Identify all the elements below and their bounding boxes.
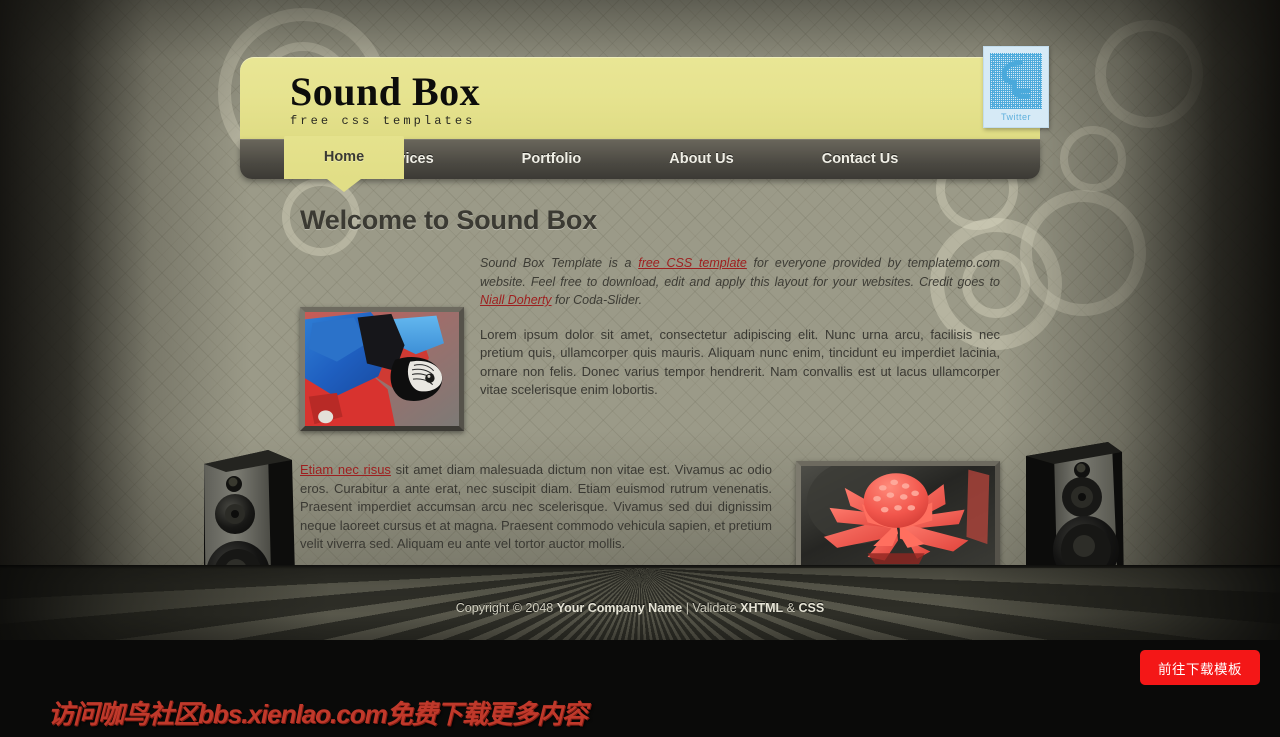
nav-item-home[interactable]: Home [284, 136, 404, 179]
footer-amp: & [783, 601, 799, 615]
footer-copyright: Copyright © 2048 Your Company Name | Val… [0, 601, 1280, 615]
etiam-nec-risus-link[interactable]: Etiam nec risus [300, 462, 391, 477]
paragraph-lorem: Lorem ipsum dolor sit amet, consectetur … [480, 326, 1000, 398]
intro-paragraph: Sound Box Template is a free CSS templat… [480, 254, 1000, 310]
content-row-top: Sound Box Template is a free CSS templat… [300, 254, 1000, 431]
active-tab-pointer [327, 179, 361, 192]
site-container: Sound Box free css templates Twitter Ser… [240, 46, 1049, 192]
free-css-template-link[interactable]: free CSS template [638, 256, 747, 270]
main-navigation: Services Portfolio About Us Contact Us H… [240, 136, 1040, 192]
brand[interactable]: Sound Box free css templates [290, 66, 480, 128]
paragraph-etiam: Etiam nec risus sit amet diam malesuada … [300, 461, 772, 554]
page-root: Sound Box free css templates Twitter Ser… [0, 0, 1280, 737]
intro-text-3: for Coda-Slider. [551, 293, 643, 307]
company-name: Your Company Name [556, 601, 683, 615]
nav-item-about-us[interactable]: About Us [649, 139, 753, 179]
footer-middle: | Validate [682, 601, 741, 615]
twitter-icon [990, 53, 1042, 109]
nav-item-portfolio[interactable]: Portfolio [502, 139, 602, 179]
xhtml-link[interactable]: XHTML [740, 601, 783, 615]
twitter-label: Twitter [1000, 112, 1031, 122]
intro-text-1: Sound Box Template is a [480, 256, 639, 270]
flower-image-frame [796, 461, 1000, 571]
nav-item-contact-us[interactable]: Contact Us [802, 139, 919, 179]
niall-doherty-link[interactable]: Niall Doherty [480, 293, 552, 307]
page-title: Welcome to Sound Box [300, 205, 598, 235]
nav-item-home-label[interactable]: Home [284, 136, 404, 179]
copyright-prefix: Copyright © 2048 [455, 601, 557, 615]
css-link[interactable]: CSS [799, 601, 825, 615]
flower-image [801, 466, 995, 566]
parrot-image-frame [300, 307, 464, 431]
brand-subtitle: free css templates [290, 114, 476, 128]
watermark-text: 访问咖鸟社区bbs.xienlao.com免费下载更多内容 [48, 699, 588, 729]
footer-top-edge [0, 565, 1280, 569]
site-header: Sound Box free css templates Twitter [240, 46, 1049, 139]
twitter-badge[interactable]: Twitter [983, 46, 1049, 128]
parrot-image [305, 312, 459, 426]
download-template-button[interactable]: 前往下载模板 [1140, 650, 1260, 685]
brand-title: Sound Box [290, 69, 481, 114]
